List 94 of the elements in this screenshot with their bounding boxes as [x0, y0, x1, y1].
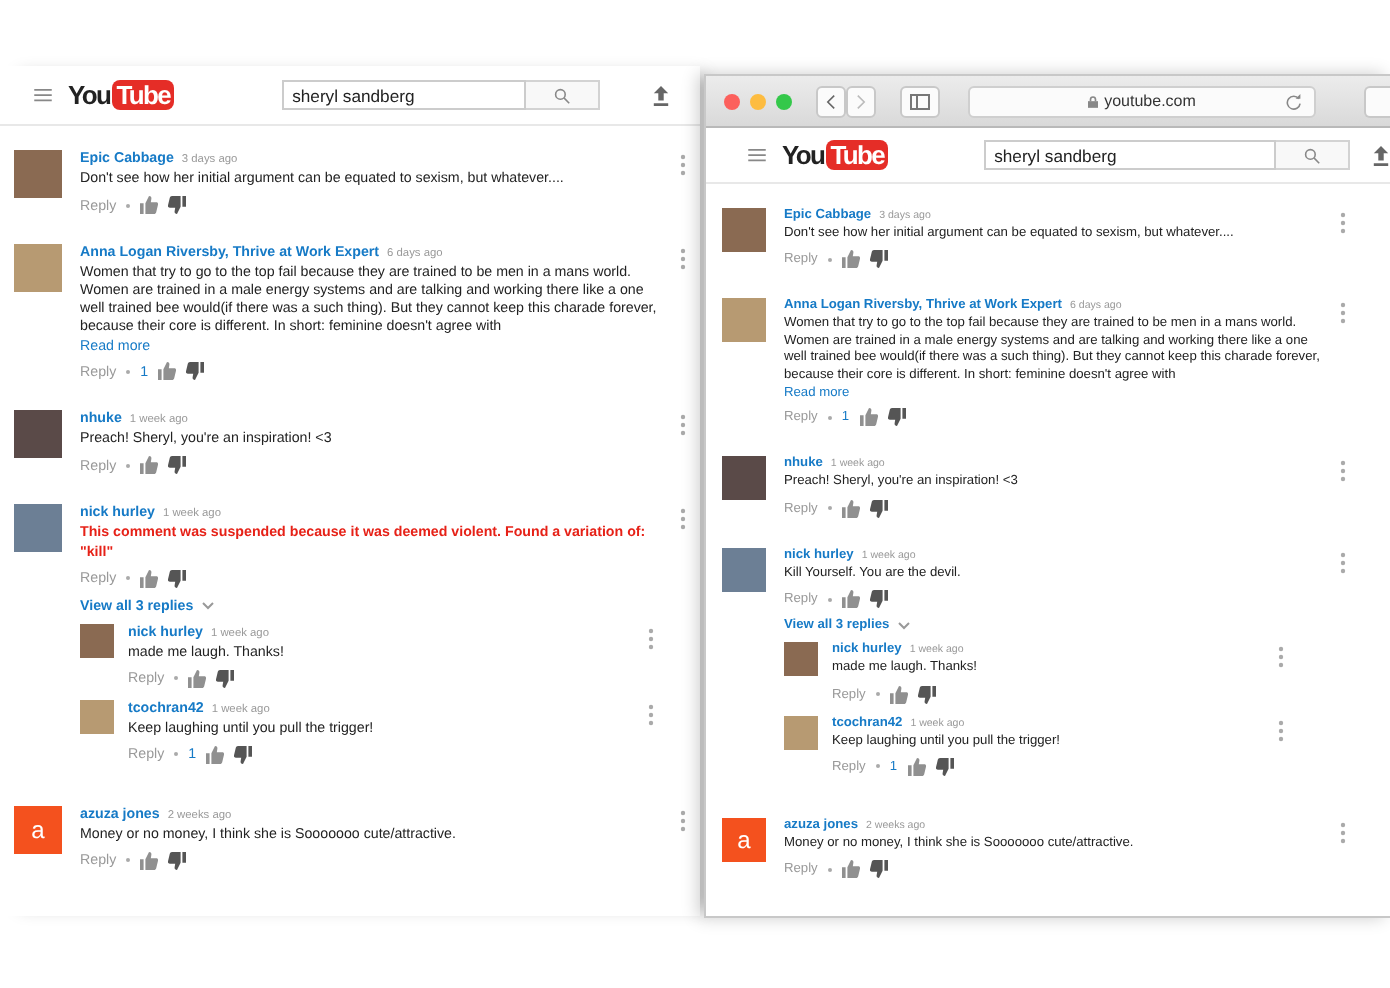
- more-options-icon[interactable]: [648, 703, 654, 726]
- thumbs-down-icon[interactable]: [869, 590, 888, 609]
- thumbs-down-icon[interactable]: [869, 499, 888, 518]
- avatar-photo: [722, 208, 766, 252]
- thumbs-down-icon[interactable]: [168, 851, 187, 870]
- avatar-photo: [14, 150, 62, 198]
- thumbs-down-icon[interactable]: [168, 456, 187, 475]
- avatar-photo: [722, 547, 766, 592]
- toolbar-button[interactable]: [1364, 85, 1390, 117]
- separator-dot: [126, 463, 131, 468]
- sidebar-button[interactable]: [900, 85, 940, 117]
- reload-icon[interactable]: [1286, 93, 1302, 109]
- thumbs-down-icon[interactable]: [234, 745, 253, 764]
- chevron-down-icon: [897, 621, 910, 630]
- avatar-photo: [80, 699, 114, 734]
- upload-icon[interactable]: [652, 85, 670, 105]
- letter-avatar: a: [722, 817, 766, 862]
- more-options-icon[interactable]: [1340, 212, 1346, 234]
- more-options-icon[interactable]: [1340, 551, 1346, 574]
- thumbs-down-icon[interactable]: [168, 569, 187, 588]
- upload-icon[interactable]: [1372, 145, 1390, 165]
- more-options-icon[interactable]: [1278, 646, 1284, 669]
- avatar-photo: [14, 244, 62, 293]
- close-button[interactable]: [724, 93, 740, 109]
- thumbs-up-icon[interactable]: [140, 569, 159, 588]
- separator-dot: [827, 597, 832, 602]
- thumbs-down-icon[interactable]: [186, 362, 205, 381]
- separator-dot: [174, 752, 179, 757]
- more-options-icon[interactable]: [680, 508, 686, 531]
- search-field[interactable]: sheryl sandberg: [984, 140, 1277, 170]
- search-icon: [1304, 147, 1321, 163]
- thumbs-up-icon[interactable]: [140, 456, 159, 475]
- avatar-photo: [722, 298, 766, 343]
- thumbs-down-icon[interactable]: [216, 669, 235, 688]
- zoom-button[interactable]: [776, 93, 792, 109]
- avatar-photo: [14, 410, 62, 459]
- thumbs-down-icon[interactable]: [168, 196, 187, 215]
- sidebar-icon: [910, 93, 930, 109]
- thumbs-up-icon[interactable]: [907, 757, 926, 776]
- more-options-icon[interactable]: [680, 809, 686, 832]
- thumbs-up-icon[interactable]: [158, 362, 177, 381]
- separator-dot: [827, 257, 832, 262]
- search-icon: [554, 87, 571, 103]
- forward-button[interactable]: [846, 85, 876, 117]
- more-options-icon[interactable]: [1278, 719, 1284, 741]
- address-bar[interactable]: youtube.com: [968, 85, 1316, 117]
- thumbs-down-icon[interactable]: [869, 860, 888, 879]
- chevron-left-icon: [826, 93, 836, 109]
- thumbs-up-icon[interactable]: [841, 250, 860, 269]
- separator-dot: [875, 692, 880, 696]
- avatar-photo: [784, 642, 818, 677]
- avatar-photo: [784, 715, 818, 749]
- lock-icon: [1088, 95, 1099, 107]
- more-options-icon[interactable]: [680, 414, 686, 437]
- more-options-icon[interactable]: [648, 627, 654, 650]
- menu-icon[interactable]: [34, 88, 52, 102]
- thumbs-up-icon[interactable]: [140, 851, 159, 870]
- separator-dot: [174, 676, 179, 681]
- thumbs-up-icon[interactable]: [841, 590, 860, 609]
- thumbs-up-icon[interactable]: [140, 196, 159, 215]
- separator-dot: [827, 867, 832, 872]
- back-button[interactable]: [816, 85, 846, 117]
- more-options-icon[interactable]: [1340, 460, 1346, 483]
- thumbs-up-icon[interactable]: [841, 860, 860, 879]
- separator-dot: [126, 576, 131, 581]
- more-options-icon[interactable]: [680, 154, 686, 176]
- avatar-photo: [80, 623, 114, 658]
- separator-dot: [126, 369, 131, 374]
- thumbs-up-icon[interactable]: [841, 499, 860, 518]
- search-button[interactable]: [1276, 140, 1351, 170]
- more-options-icon[interactable]: [1340, 821, 1346, 844]
- thumbs-down-icon[interactable]: [887, 408, 906, 427]
- thumbs-up-icon[interactable]: [859, 408, 878, 427]
- separator-dot: [875, 764, 880, 769]
- chevron-down-icon: [201, 601, 214, 610]
- more-options-icon[interactable]: [680, 248, 686, 271]
- more-options-icon[interactable]: [1340, 302, 1346, 325]
- thumbs-up-icon[interactable]: [188, 669, 207, 688]
- menu-icon[interactable]: [748, 148, 766, 162]
- separator-dot: [126, 858, 131, 863]
- thumbs-up-icon[interactable]: [889, 685, 908, 703]
- separator-dot: [827, 506, 832, 511]
- search-field[interactable]: sheryl sandberg: [282, 80, 527, 110]
- search-button[interactable]: [526, 80, 601, 110]
- avatar-photo: [722, 456, 766, 501]
- thumbs-down-icon[interactable]: [917, 685, 936, 703]
- letter-avatar: a: [14, 805, 62, 854]
- thumbs-down-icon[interactable]: [935, 757, 954, 776]
- separator-dot: [126, 203, 131, 208]
- chevron-right-icon: [856, 93, 866, 109]
- separator-dot: [827, 415, 832, 420]
- thumbs-down-icon[interactable]: [869, 250, 888, 269]
- thumbs-up-icon[interactable]: [206, 745, 225, 764]
- avatar-photo: [14, 504, 62, 553]
